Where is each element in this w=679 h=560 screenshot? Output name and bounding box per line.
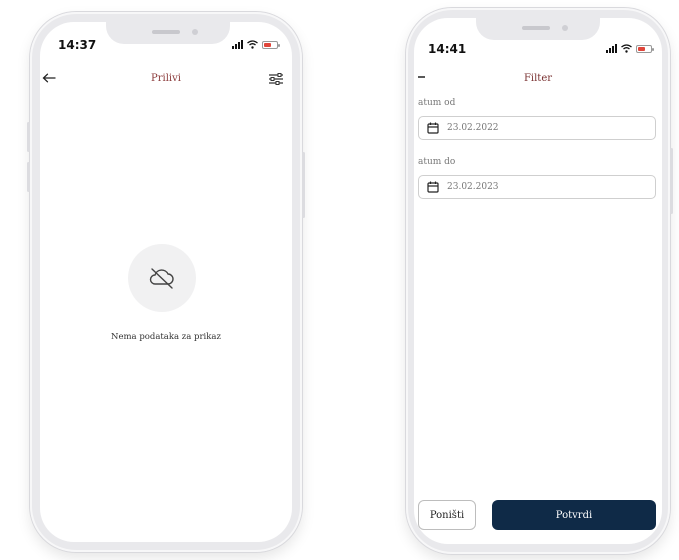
cancel-button[interactable]: Poništi [418, 500, 476, 530]
notch [476, 18, 600, 40]
side-button [670, 148, 673, 214]
battery-icon [636, 44, 654, 53]
status-icons [232, 40, 280, 49]
wifi-icon [621, 44, 632, 53]
speaker [522, 26, 550, 30]
status-icons [606, 44, 654, 53]
left-phone-screen: 14:37 Prilivi Nema podataka za prikaz [40, 22, 292, 542]
empty-state-badge [128, 244, 196, 312]
volume-button [27, 122, 30, 152]
date-to-label: atum do [418, 157, 456, 167]
right-phone-screen: 14:41 Filter atum od 23.02.2022 atum do … [414, 18, 662, 544]
status-time: 14:41 [428, 42, 467, 56]
signal-icon [606, 44, 617, 53]
cloud-off-icon [149, 268, 174, 289]
left-phone-frame: 14:37 Prilivi Nema podataka za prikaz [27, 12, 305, 552]
camera [192, 29, 198, 35]
empty-state-message: Nema podataka za prikaz [111, 332, 221, 342]
battery-icon [262, 40, 280, 49]
calendar-icon [427, 122, 439, 134]
date-from-label: atum od [418, 98, 456, 108]
date-to-field[interactable]: 23.02.2023 [418, 175, 656, 199]
side-button [302, 152, 305, 218]
sliders-icon[interactable] [266, 70, 286, 88]
back-arrow-icon[interactable] [416, 72, 428, 82]
notch [106, 22, 230, 44]
page-title: Filter [523, 73, 553, 84]
camera [562, 25, 568, 31]
back-arrow-icon[interactable] [40, 70, 58, 86]
date-from-field[interactable]: 23.02.2022 [418, 116, 656, 140]
calendar-icon [427, 181, 439, 193]
status-time: 14:37 [58, 38, 97, 52]
date-to-value: 23.02.2023 [447, 182, 499, 192]
page-title: Prilivi [151, 73, 181, 84]
volume-button [27, 162, 30, 192]
speaker [152, 30, 180, 34]
confirm-button[interactable]: Potvrdi [492, 500, 656, 530]
date-from-value: 23.02.2022 [447, 123, 499, 133]
signal-icon [232, 40, 243, 49]
right-phone-frame: 14:41 Filter atum od 23.02.2022 atum do … [406, 8, 673, 554]
wifi-icon [247, 40, 258, 49]
